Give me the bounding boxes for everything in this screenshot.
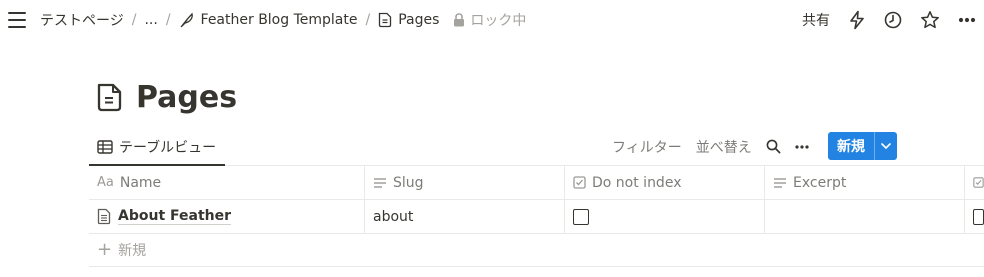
- lock-label: ロック中: [470, 13, 527, 29]
- text-type-icon: Aa: [97, 175, 114, 190]
- breadcrumb-separator: /: [131, 12, 137, 28]
- column-header-label: Slug: [393, 174, 424, 191]
- column-header-excerpt[interactable]: Excerpt: [765, 166, 965, 199]
- filter-button[interactable]: フィルター: [612, 137, 682, 157]
- breadcrumb: テストページ / ... / Feather Blog Template / P…: [40, 0, 526, 40]
- breadcrumb-item-label: Feather Blog Template: [200, 12, 358, 28]
- more-button[interactable]: [958, 17, 976, 23]
- checkbox-type-icon: [973, 177, 984, 188]
- top-bar: テストページ / ... / Feather Blog Template / P…: [0, 0, 984, 40]
- column-header-label: Excerpt: [793, 174, 847, 191]
- sort-button[interactable]: 並べ替え: [696, 137, 752, 157]
- text-lines-icon: [774, 177, 786, 188]
- cell-slug[interactable]: about: [365, 200, 565, 233]
- cell-excerpt[interactable]: [765, 200, 965, 233]
- lightning-icon: [850, 10, 864, 30]
- lock-status[interactable]: ロック中: [453, 10, 526, 30]
- add-row-button[interactable]: + 新規: [89, 234, 984, 267]
- star-icon: [921, 11, 939, 29]
- search-button[interactable]: [766, 139, 781, 154]
- view-bar: テーブルビュー フィルター 並べ替え 新規: [89, 130, 984, 166]
- breadcrumb-item-feather-blog-template[interactable]: Feather Blog Template: [179, 12, 358, 28]
- tab-table-view[interactable]: テーブルビュー: [89, 130, 225, 166]
- text-lines-icon: [374, 177, 386, 188]
- breadcrumb-item-pages[interactable]: Pages: [378, 12, 439, 28]
- cell-next[interactable]: [965, 200, 984, 233]
- column-header-name[interactable]: Aa Name: [89, 166, 365, 199]
- page-icon[interactable]: [96, 82, 124, 112]
- column-header-label: Name: [119, 174, 162, 191]
- breadcrumb-separator: /: [365, 12, 371, 28]
- do-not-index-checkbox[interactable]: [573, 208, 589, 225]
- table-icon: [97, 140, 113, 154]
- breadcrumb-item-label: Pages: [398, 12, 440, 28]
- new-button[interactable]: 新規: [828, 132, 874, 160]
- history-button[interactable]: [884, 11, 902, 29]
- view-actions: フィルター 並べ替え: [612, 130, 823, 163]
- page-title[interactable]: Pages: [136, 78, 237, 118]
- checkbox-type-icon: [573, 176, 586, 189]
- new-button-group: 新規: [828, 132, 897, 160]
- new-dropdown-button[interactable]: [874, 132, 897, 160]
- view-more-button[interactable]: [795, 144, 809, 149]
- favorite-button[interactable]: [920, 10, 940, 30]
- breadcrumb-item-ellipsis[interactable]: ...: [144, 12, 157, 28]
- table-header-row: Aa Name Slug Do not index Excerpt: [89, 166, 984, 200]
- more-horizontal-icon: [795, 144, 809, 149]
- plus-icon: +: [97, 239, 113, 260]
- share-button[interactable]: 共有: [802, 10, 830, 30]
- column-header-slug[interactable]: Slug: [365, 166, 565, 199]
- row-title-link[interactable]: About Feather: [118, 208, 232, 225]
- column-header-next[interactable]: [965, 166, 984, 199]
- updates-button[interactable]: [848, 10, 866, 30]
- breadcrumb-separator: /: [165, 12, 171, 28]
- cell-name[interactable]: About Feather: [89, 200, 365, 233]
- database-table: Aa Name Slug Do not index Excerpt About …: [89, 166, 984, 267]
- breadcrumb-item-test-page[interactable]: テストページ: [40, 10, 124, 30]
- chevron-down-icon: [881, 143, 891, 149]
- table-row[interactable]: About Feather about: [89, 200, 984, 234]
- menu-icon[interactable]: [7, 11, 27, 29]
- column-header-do-not-index[interactable]: Do not index: [565, 166, 765, 199]
- page-icon: [97, 208, 111, 225]
- next-column-checkbox[interactable]: [973, 208, 984, 225]
- more-horizontal-icon: [958, 17, 976, 23]
- lock-icon: [454, 13, 465, 27]
- clock-icon: [884, 11, 902, 29]
- add-row-label: 新規: [118, 243, 147, 259]
- search-icon: [766, 139, 781, 154]
- feather-icon: [180, 12, 193, 28]
- cell-do-not-index[interactable]: [565, 200, 765, 233]
- top-actions: 共有: [802, 0, 976, 40]
- column-header-label: Do not index: [592, 174, 682, 191]
- page-icon: [379, 12, 392, 28]
- tab-label: テーブルビュー: [119, 140, 217, 156]
